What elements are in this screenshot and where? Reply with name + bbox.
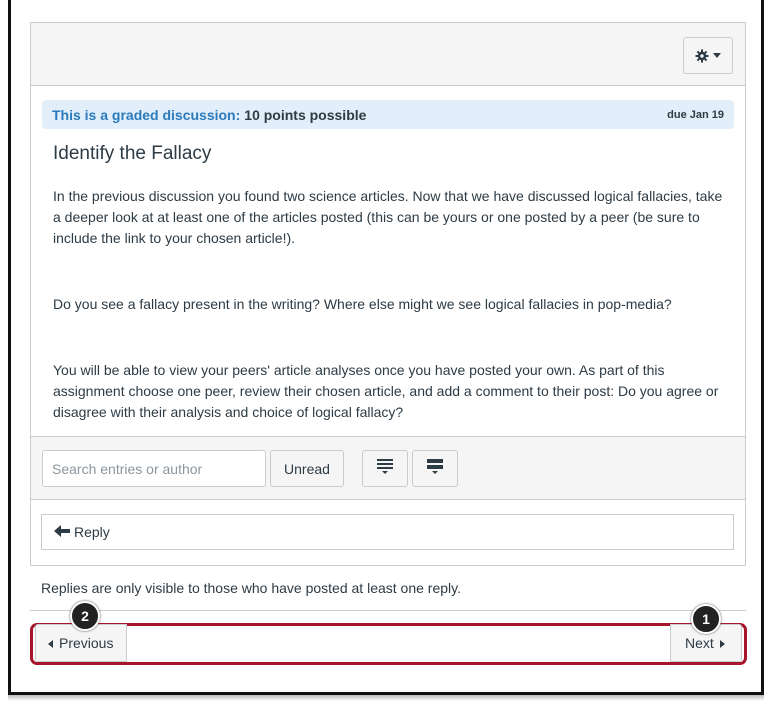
caret-left-icon bbox=[48, 635, 53, 651]
caret-right-icon bbox=[719, 635, 725, 651]
discussion-filter-bar: Unread bbox=[31, 436, 745, 500]
gear-icon bbox=[695, 49, 709, 63]
expand-threads-button[interactable] bbox=[412, 450, 458, 487]
reply-button[interactable]: Reply bbox=[41, 514, 734, 550]
discussion-title: Identify the Fallacy bbox=[53, 143, 212, 164]
points-possible: 10 points possible bbox=[244, 106, 367, 123]
reply-arrow-icon bbox=[54, 524, 70, 540]
settings-menu-button[interactable] bbox=[683, 37, 733, 74]
previous-label: Previous bbox=[59, 635, 114, 651]
next-label: Next bbox=[685, 635, 714, 651]
pager-highlight-box bbox=[30, 623, 747, 665]
reply-label: Reply bbox=[74, 524, 110, 540]
graded-label: This is a graded discussion: bbox=[52, 106, 241, 123]
discussion-paragraph: You will be able to view your peers' art… bbox=[53, 362, 719, 420]
discussion-paragraph: In the previous discussion you found two… bbox=[53, 188, 723, 246]
search-input[interactable] bbox=[42, 450, 266, 487]
collapse-threads-icon bbox=[377, 458, 393, 479]
replies-visibility-note: Replies are only visible to those who ha… bbox=[41, 580, 461, 596]
due-date: due Jan 19 bbox=[667, 108, 724, 121]
discussion-panel: This is a graded discussion: 10 points p… bbox=[30, 22, 746, 566]
frame-shadow bbox=[8, 695, 764, 701]
callout-badge-1: 1 bbox=[691, 604, 721, 634]
graded-discussion-banner: This is a graded discussion: 10 points p… bbox=[42, 100, 734, 129]
discussion-header-toolbar bbox=[31, 23, 745, 86]
chevron-down-icon bbox=[713, 53, 721, 58]
divider bbox=[30, 610, 746, 611]
collapse-threads-button[interactable] bbox=[362, 450, 408, 487]
callout-badge-2: 2 bbox=[70, 601, 100, 631]
unread-filter-button[interactable]: Unread bbox=[270, 450, 344, 487]
expand-threads-icon bbox=[427, 458, 443, 479]
discussion-paragraph: Do you see a fallacy present in the writ… bbox=[53, 296, 672, 312]
